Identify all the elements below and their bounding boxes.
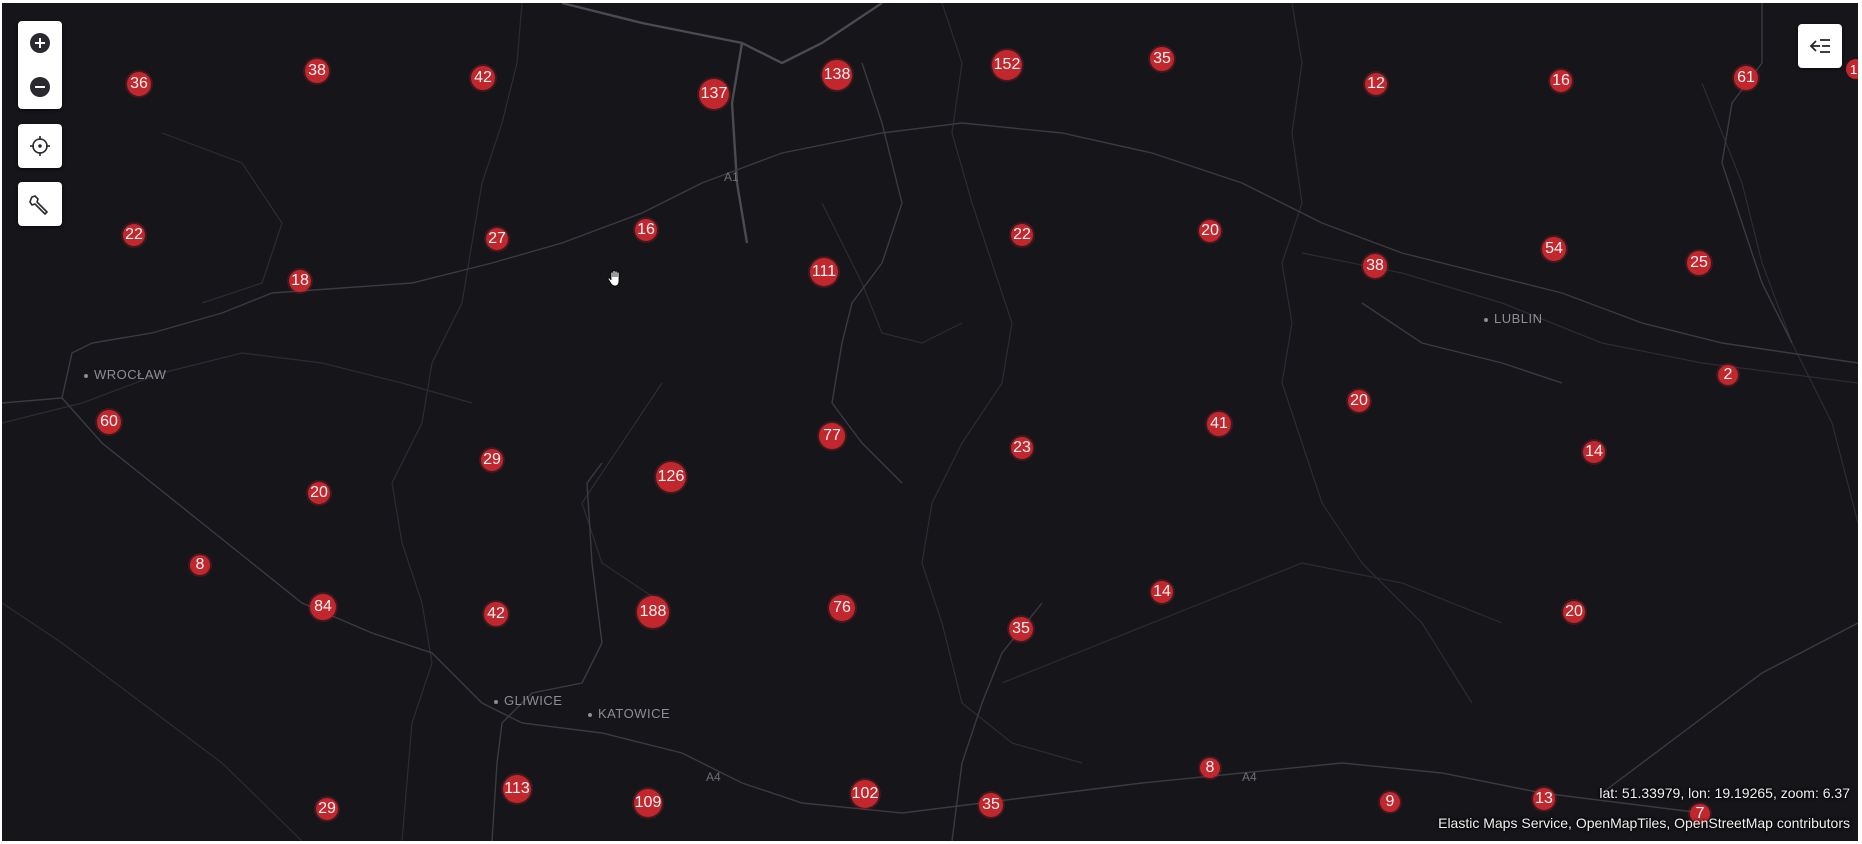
layers-control — [1798, 24, 1842, 68]
cluster-marker[interactable]: 38 — [1363, 254, 1387, 278]
city-label-lublin: LUBLIN — [1484, 311, 1543, 326]
cluster-marker[interactable]: 20 — [1348, 390, 1370, 412]
city-name: LUBLIN — [1494, 311, 1543, 326]
svg-text:A4: A4 — [706, 770, 721, 784]
cluster-marker[interactable]: 8 — [190, 555, 210, 575]
cluster-marker[interactable]: 38 — [305, 59, 329, 83]
cluster-marker[interactable]: 18 — [289, 270, 311, 292]
cluster-marker[interactable]: 20 — [308, 482, 330, 504]
tools-control — [18, 182, 62, 226]
cluster-marker[interactable]: 42 — [471, 66, 495, 90]
city-dot-icon — [588, 712, 592, 717]
cluster-marker[interactable]: 111 — [810, 258, 838, 286]
cluster-marker[interactable]: 109 — [634, 789, 662, 817]
city-name: WROCŁAW — [94, 367, 167, 382]
city-label-gliwice: GLIWICE — [494, 693, 562, 708]
city-name: KATOWICE — [598, 706, 671, 721]
basemap: A1 A4 A4 — [2, 3, 1858, 841]
cluster-marker[interactable]: 54 — [1542, 237, 1566, 261]
cluster-marker[interactable]: 42 — [484, 602, 508, 626]
cluster-marker[interactable]: 23 — [1011, 437, 1033, 459]
cluster-marker[interactable]: 77 — [819, 423, 845, 449]
cluster-marker[interactable]: 22 — [123, 224, 145, 246]
cluster-marker[interactable]: 14 — [1151, 581, 1173, 603]
zoom-in-button[interactable] — [18, 21, 62, 65]
cluster-marker[interactable]: 152 — [992, 50, 1022, 80]
svg-text:A1: A1 — [724, 170, 739, 184]
layers-toggle-button[interactable] — [1798, 24, 1842, 68]
cluster-marker[interactable]: 27 — [486, 228, 508, 250]
locate-control — [18, 124, 62, 168]
cluster-marker[interactable]: 60 — [97, 410, 121, 434]
locate-button[interactable] — [18, 124, 62, 168]
cluster-marker[interactable]: 20 — [1199, 220, 1221, 242]
cluster-marker[interactable]: 138 — [822, 60, 852, 90]
hand-cursor-icon — [606, 269, 626, 294]
cluster-marker[interactable]: 20 — [1563, 601, 1585, 623]
cluster-marker[interactable]: 14 — [1583, 441, 1605, 463]
cluster-marker[interactable]: 29 — [481, 449, 503, 471]
map-canvas[interactable]: A1 A4 A4 WROCŁAW LUBLIN GLIWICE KATOWICE… — [2, 3, 1858, 841]
zoom-out-button[interactable] — [18, 65, 62, 109]
cluster-marker[interactable]: 25 — [1687, 251, 1711, 275]
city-dot-icon — [494, 699, 498, 704]
cluster-marker[interactable]: 12 — [1365, 73, 1387, 95]
cluster-marker[interactable]: 137 — [699, 79, 729, 109]
city-label-wroclaw: WROCŁAW — [84, 367, 166, 382]
zoom-controls — [18, 21, 62, 109]
cluster-marker[interactable]: 36 — [127, 72, 151, 96]
crosshair-icon — [30, 136, 50, 156]
coordinates-readout: lat: 51.33979, lon: 19.19265, zoom: 6.37 — [1599, 785, 1850, 801]
cluster-marker[interactable]: 35 — [1009, 617, 1033, 641]
city-dot-icon — [1484, 317, 1488, 322]
city-label-katowice: KATOWICE — [588, 706, 670, 721]
tools-button[interactable] — [18, 182, 62, 226]
cluster-marker[interactable]: 16 — [1550, 70, 1572, 92]
city-dot-icon — [84, 373, 88, 378]
cluster-marker[interactable]: 126 — [656, 462, 686, 492]
cluster-marker[interactable]: 22 — [1011, 224, 1033, 246]
cluster-marker[interactable]: 188 — [637, 596, 669, 628]
zoom-out-icon — [30, 77, 50, 97]
cluster-marker[interactable]: 35 — [1150, 47, 1174, 71]
cluster-marker[interactable]: 16 — [635, 219, 657, 241]
svg-text:A4: A4 — [1242, 770, 1257, 784]
cluster-marker[interactable]: 113 — [503, 775, 531, 803]
cluster-marker[interactable]: 2 — [1718, 365, 1738, 385]
wrench-icon — [29, 195, 48, 215]
cluster-marker[interactable]: 102 — [851, 780, 879, 808]
layers-toggle-icon — [1809, 39, 1830, 53]
cluster-marker[interactable]: 13 — [1533, 788, 1555, 810]
map-attribution: Elastic Maps Service, OpenMapTiles, Open… — [1438, 815, 1850, 831]
cluster-marker[interactable]: 76 — [829, 595, 855, 621]
zoom-in-icon — [30, 33, 50, 53]
city-name: GLIWICE — [504, 693, 563, 708]
cluster-marker[interactable]: 41 — [1207, 412, 1231, 436]
cluster-marker[interactable]: 8 — [1200, 758, 1220, 778]
cluster-marker[interactable]: 84 — [310, 594, 336, 620]
cluster-marker[interactable]: 29 — [316, 798, 338, 820]
cluster-marker[interactable]: 35 — [979, 793, 1003, 817]
cluster-marker[interactable]: 61 — [1734, 66, 1758, 90]
cluster-marker[interactable]: 9 — [1380, 792, 1400, 812]
